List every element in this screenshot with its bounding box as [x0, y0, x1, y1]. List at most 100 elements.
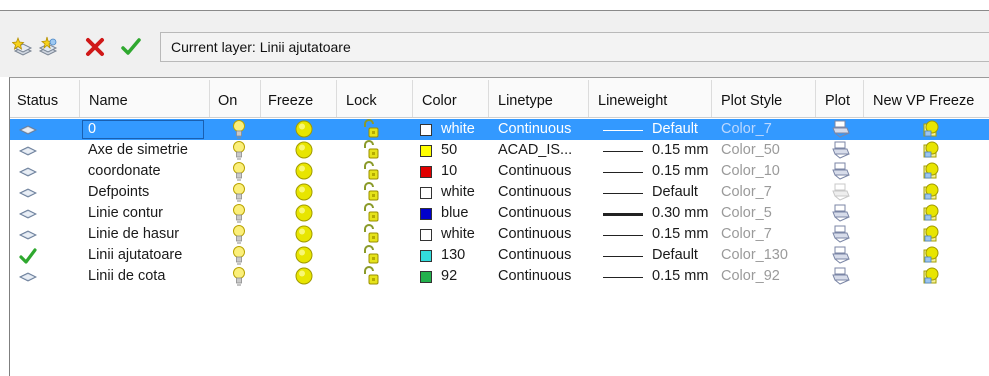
lineweight-value[interactable]: Default	[652, 245, 698, 266]
layer-row[interactable]: Linii de cota 92 Continuous 0.15 mm Color_92	[10, 266, 989, 287]
color-name[interactable]: white	[441, 182, 475, 203]
lightbulb-on-icon[interactable]	[232, 161, 246, 184]
color-swatch[interactable]	[420, 250, 432, 262]
color-swatch[interactable]	[420, 271, 432, 283]
linetype-value[interactable]: Continuous	[498, 245, 571, 266]
printer-icon[interactable]	[832, 224, 850, 247]
color-name[interactable]: 10	[441, 161, 457, 182]
column-divider[interactable]	[711, 80, 712, 117]
layer-name[interactable]: Axe de simetrie	[88, 140, 188, 161]
layer-list[interactable]: Status Name On Freeze Lock Color Linetype Linew…	[9, 77, 989, 376]
lightbulb-on-icon[interactable]	[232, 266, 246, 289]
lineweight-value[interactable]: 0.30 mm	[652, 203, 708, 224]
linetype-value[interactable]: Continuous	[498, 203, 571, 224]
column-divider[interactable]	[412, 80, 413, 117]
column-divider[interactable]	[488, 80, 489, 117]
linetype-value[interactable]: Continuous	[498, 119, 571, 140]
column-header-color[interactable]: Color	[422, 78, 457, 117]
color-name[interactable]: 92	[441, 266, 457, 287]
column-header-status[interactable]: Status	[17, 78, 58, 117]
lock-open-icon[interactable]	[362, 224, 380, 247]
new-vp-freeze-icon[interactable]	[922, 245, 942, 268]
linetype-value[interactable]: ACAD_IS...	[498, 140, 572, 161]
lightbulb-on-icon[interactable]	[232, 245, 246, 268]
column-divider[interactable]	[79, 80, 80, 117]
column-divider[interactable]	[209, 80, 210, 117]
lightbulb-on-icon[interactable]	[232, 203, 246, 226]
printer-icon[interactable]	[832, 245, 850, 268]
column-header-new-vp-freeze[interactable]: New VP Freeze	[873, 78, 974, 117]
column-divider[interactable]	[815, 80, 816, 117]
column-divider[interactable]	[260, 80, 261, 117]
lineweight-value[interactable]: 0.15 mm	[652, 224, 708, 245]
lightbulb-on-icon[interactable]	[232, 119, 246, 142]
new-vp-freeze-icon[interactable]	[922, 224, 942, 247]
lightbulb-on-icon[interactable]	[232, 182, 246, 205]
linetype-value[interactable]: Continuous	[498, 182, 571, 203]
lock-open-icon[interactable]	[362, 161, 380, 184]
layer-name[interactable]: 0	[88, 119, 96, 140]
lightbulb-on-icon[interactable]	[232, 224, 246, 247]
lightbulb-on-icon[interactable]	[232, 140, 246, 163]
new-vp-freeze-icon[interactable]	[922, 161, 942, 184]
lock-open-icon[interactable]	[362, 182, 380, 205]
color-swatch[interactable]	[420, 187, 432, 199]
lineweight-value[interactable]: 0.15 mm	[652, 266, 708, 287]
sun-thawed-icon[interactable]	[294, 182, 314, 205]
sun-thawed-icon[interactable]	[294, 203, 314, 226]
column-header-lock[interactable]: Lock	[346, 78, 377, 117]
layer-name[interactable]: Linii de cota	[88, 266, 165, 287]
linetype-value[interactable]: Continuous	[498, 266, 571, 287]
lock-open-icon[interactable]	[362, 140, 380, 163]
color-name[interactable]: 50	[441, 140, 457, 161]
printer-icon[interactable]	[832, 203, 850, 226]
new-vp-freeze-icon[interactable]	[922, 182, 942, 205]
sun-thawed-icon[interactable]	[294, 245, 314, 268]
layer-name[interactable]: Defpoints	[88, 182, 149, 203]
column-divider[interactable]	[863, 80, 864, 117]
color-swatch[interactable]	[420, 229, 432, 241]
lock-open-icon[interactable]	[362, 119, 380, 142]
column-divider[interactable]	[588, 80, 589, 117]
lineweight-value[interactable]: Default	[652, 119, 698, 140]
column-header-plot-style[interactable]: Plot Style	[721, 78, 782, 117]
column-header-freeze[interactable]: Freeze	[268, 78, 313, 117]
new-vp-freeze-icon[interactable]	[922, 119, 942, 142]
sun-thawed-icon[interactable]	[294, 161, 314, 184]
sun-thawed-icon[interactable]	[294, 224, 314, 247]
column-header-name[interactable]: Name	[89, 78, 128, 117]
layer-name[interactable]: coordonate	[88, 161, 161, 182]
layer-name[interactable]: Linie contur	[88, 203, 163, 224]
lock-open-icon[interactable]	[362, 245, 380, 268]
printer-icon[interactable]	[832, 266, 850, 289]
printer-icon[interactable]	[832, 140, 850, 163]
layer-row[interactable]: coordonate 10 Continuous 0.15 mm Color_10	[10, 161, 989, 182]
color-name[interactable]: blue	[441, 203, 468, 224]
lineweight-value[interactable]: 0.15 mm	[652, 161, 708, 182]
printer-icon[interactable]	[832, 161, 850, 184]
lineweight-value[interactable]: 0.15 mm	[652, 140, 708, 161]
color-name[interactable]: white	[441, 119, 475, 140]
column-header-on[interactable]: On	[218, 78, 237, 117]
layer-name-edit[interactable]	[82, 120, 204, 139]
layer-row[interactable]: Linie de hasur white Continuous 0.15 mm Colo…	[10, 224, 989, 245]
layer-name[interactable]: Linie de hasur	[88, 224, 179, 245]
column-header-plot[interactable]: Plot	[825, 78, 850, 117]
printer-disabled-icon[interactable]	[832, 182, 850, 205]
lineweight-value[interactable]: Default	[652, 182, 698, 203]
sun-thawed-icon[interactable]	[294, 140, 314, 163]
layer-row[interactable]: Linii ajutatoare 130 Continuous Default Colo…	[10, 245, 989, 266]
delete-layer-button[interactable]	[84, 36, 106, 58]
layer-row[interactable]: Axe de simetrie 50 ACAD_IS... 0.15 mm Color_…	[10, 140, 989, 161]
new-layer-button[interactable]	[12, 36, 34, 58]
new-vp-freeze-icon[interactable]	[922, 266, 942, 289]
linetype-value[interactable]: Continuous	[498, 161, 571, 182]
layer-row[interactable]: Linie contur blue Continuous 0.30 mm Color_5	[10, 203, 989, 224]
new-vp-frozen-layer-button[interactable]	[37, 36, 59, 58]
layer-row[interactable]: Defpoints white Continuous Default Color_7	[10, 182, 989, 203]
column-header-linetype[interactable]: Linetype	[498, 78, 553, 117]
new-vp-freeze-icon[interactable]	[922, 140, 942, 163]
linetype-value[interactable]: Continuous	[498, 224, 571, 245]
sun-thawed-icon[interactable]	[294, 266, 314, 289]
color-swatch[interactable]	[420, 208, 432, 220]
